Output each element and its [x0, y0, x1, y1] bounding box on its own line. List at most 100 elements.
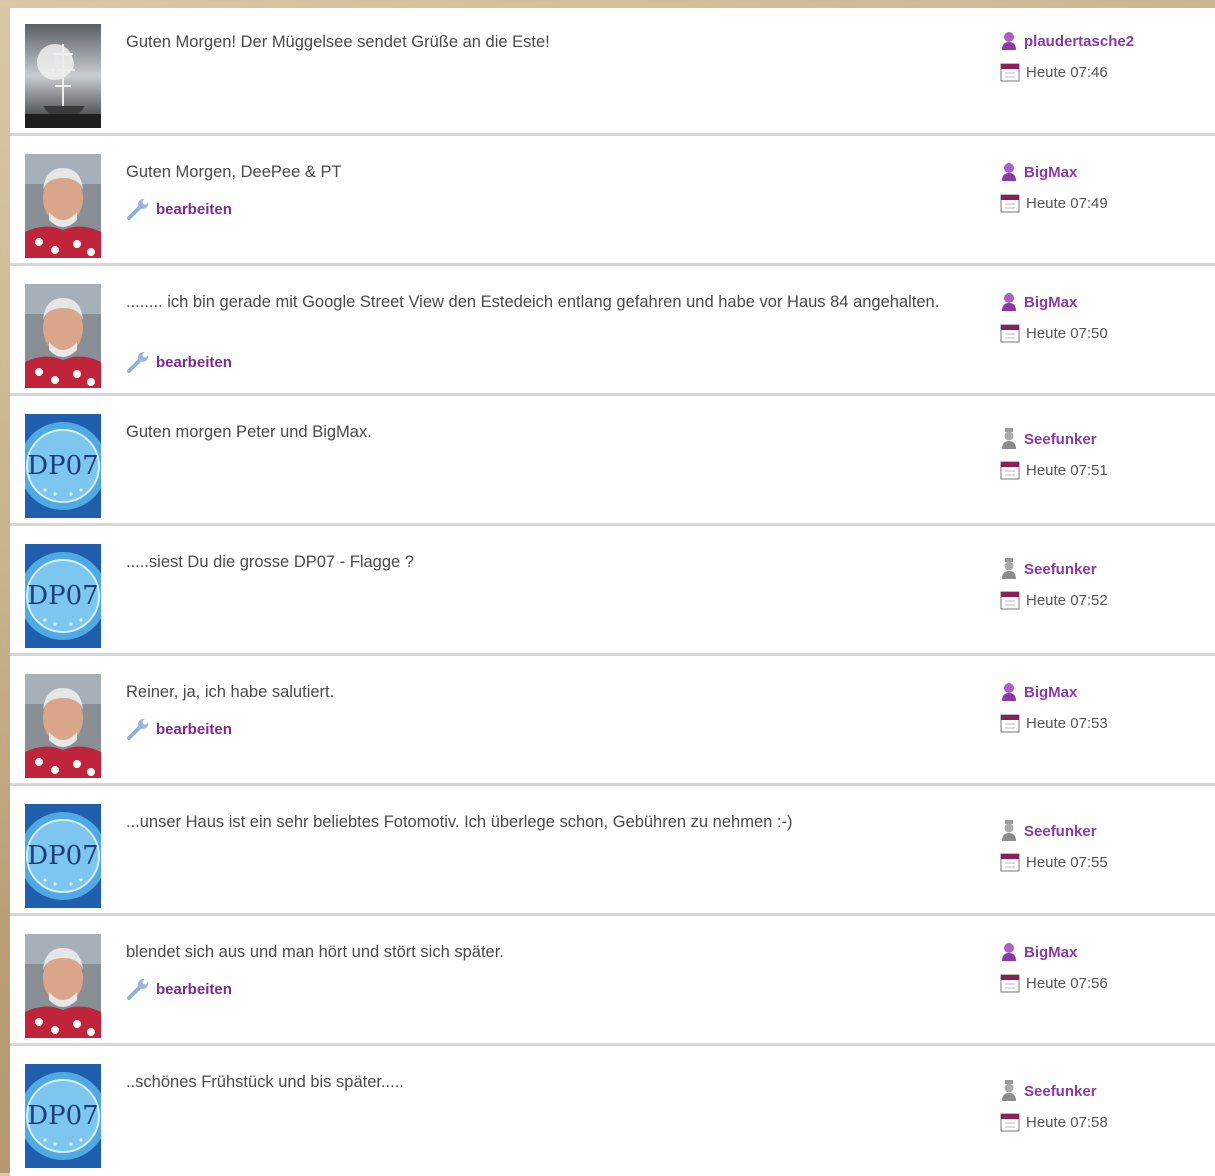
timestamp: Heute 07:49 [1026, 194, 1108, 212]
calendar-icon [1000, 974, 1020, 993]
avatar-dp07-logo[interactable]: DP07 [25, 544, 101, 648]
edit-link[interactable]: bearbeiten [126, 718, 232, 740]
post-text: .....siest Du die grosse DP07 - Flagge ? [126, 553, 414, 571]
edit-link[interactable]: bearbeiten [126, 978, 232, 1000]
user-female-icon [1002, 32, 1016, 50]
username: Seefunker [1024, 822, 1097, 840]
post-time: Heute 07:55 [1000, 851, 1200, 873]
calendar-icon [1000, 461, 1020, 480]
username: Seefunker [1024, 1082, 1097, 1100]
user-gray-icon [1002, 820, 1016, 841]
post-time: Heute 07:49 [1000, 192, 1200, 214]
wrench-icon [127, 979, 148, 1000]
timestamp: Heute 07:55 [1026, 853, 1108, 871]
post-time: Heute 07:51 [1000, 459, 1200, 481]
avatar-dp07-logo[interactable]: DP07 [25, 414, 101, 518]
avatar-man-photo[interactable] [25, 674, 101, 778]
timestamp: Heute 07:56 [1026, 974, 1108, 992]
calendar-icon [1000, 324, 1020, 343]
user-gray-icon [1002, 558, 1016, 579]
shoutbox-board: Guten Morgen! Der Müggelsee sendet Grüße… [10, 8, 1215, 1176]
avatar-sailing-ship[interactable] [25, 24, 101, 128]
calendar-icon [1000, 63, 1020, 82]
user-gray-icon [1002, 1080, 1016, 1101]
post-text: ...unser Haus ist ein sehr beliebtes Fot… [126, 813, 793, 831]
post-row: Guten Morgen! Der Müggelsee sendet Grüße… [10, 8, 1215, 136]
username-link[interactable]: BigMax [1000, 291, 1200, 313]
username: BigMax [1024, 163, 1078, 181]
wrench-icon [127, 352, 148, 373]
post-row: DP07 ...unser Haus ist ein sehr beliebte… [10, 788, 1215, 916]
post-text: Guten morgen Peter und BigMax. [126, 423, 372, 441]
edit-label: bearbeiten [156, 200, 232, 218]
post-row: Guten Morgen, DeePee & PT bearbeiten Big… [10, 138, 1215, 266]
username: BigMax [1024, 293, 1078, 311]
user-gray-icon [1002, 428, 1016, 449]
calendar-icon [1000, 1113, 1020, 1132]
post-meta: Seefunker Heute 07:51 [1000, 428, 1200, 481]
calendar-icon [1000, 714, 1020, 733]
post-time: Heute 07:53 [1000, 712, 1200, 734]
username-link[interactable]: plaudertasche2 [1000, 30, 1200, 52]
edit-label: bearbeiten [156, 720, 232, 738]
post-text: ..schönes Frühstück und bis später..... [126, 1073, 404, 1091]
username-link[interactable]: Seefunker [1000, 558, 1200, 580]
post-meta: Seefunker Heute 07:55 [1000, 820, 1200, 873]
avatar-dp07-logo[interactable]: DP07 [25, 1064, 101, 1168]
calendar-icon [1000, 194, 1020, 213]
post-text: Guten Morgen! Der Müggelsee sendet Grüße… [126, 33, 550, 51]
post-text: ........ ich bin gerade mit Google Stree… [126, 293, 940, 311]
post-time: Heute 07:52 [1000, 589, 1200, 611]
edit-link[interactable]: bearbeiten [126, 198, 232, 220]
post-text: blendet sich aus und man hört und stört … [126, 943, 504, 961]
timestamp: Heute 07:53 [1026, 714, 1108, 732]
timestamp: Heute 07:46 [1026, 63, 1108, 81]
username: Seefunker [1024, 560, 1097, 578]
edit-label: bearbeiten [156, 353, 232, 371]
username-link[interactable]: Seefunker [1000, 820, 1200, 842]
edit-label: bearbeiten [156, 980, 232, 998]
username-link[interactable]: Seefunker [1000, 428, 1200, 450]
username: BigMax [1024, 683, 1078, 701]
post-time: Heute 07:58 [1000, 1111, 1200, 1133]
logo-text: DP07 [27, 1101, 98, 1131]
avatar-dp07-logo[interactable]: DP07 [25, 804, 101, 908]
calendar-icon [1000, 591, 1020, 610]
username: BigMax [1024, 943, 1078, 961]
timestamp: Heute 07:52 [1026, 591, 1108, 609]
avatar-man-photo[interactable] [25, 284, 101, 388]
post-row: DP07 .....siest Du die grosse DP07 - Fla… [10, 528, 1215, 656]
username-link[interactable]: Seefunker [1000, 1080, 1200, 1102]
wrench-icon [127, 199, 148, 220]
user-female-icon [1002, 163, 1016, 181]
post-time: Heute 07:56 [1000, 972, 1200, 994]
user-female-icon [1002, 943, 1016, 961]
post-text: Guten Morgen, DeePee & PT [126, 163, 342, 181]
post-row: Reiner, ja, ich habe salutiert. bearbeit… [10, 658, 1215, 786]
avatar-man-photo[interactable] [25, 934, 101, 1038]
post-meta: Seefunker Heute 07:52 [1000, 558, 1200, 611]
post-meta: BigMax Heute 07:56 [1000, 941, 1200, 994]
post-time: Heute 07:50 [1000, 322, 1200, 344]
username: Seefunker [1024, 430, 1097, 448]
username-link[interactable]: BigMax [1000, 941, 1200, 963]
post-meta: plaudertasche2 Heute 07:46 [1000, 30, 1200, 83]
edit-link[interactable]: bearbeiten [126, 351, 232, 373]
post-meta: BigMax Heute 07:50 [1000, 291, 1200, 344]
post-row: blendet sich aus und man hört und stört … [10, 918, 1215, 1046]
post-row: DP07 Guten morgen Peter und BigMax. Seef… [10, 398, 1215, 526]
timestamp: Heute 07:50 [1026, 324, 1108, 342]
post-meta: BigMax Heute 07:53 [1000, 681, 1200, 734]
post-row: DP07 ..schönes Frühstück und bis später.… [10, 1048, 1215, 1176]
timestamp: Heute 07:58 [1026, 1113, 1108, 1131]
user-female-icon [1002, 683, 1016, 701]
username-link[interactable]: BigMax [1000, 681, 1200, 703]
wrench-icon [127, 719, 148, 740]
logo-text: DP07 [27, 841, 98, 871]
user-female-icon [1002, 293, 1016, 311]
post-meta: BigMax Heute 07:49 [1000, 161, 1200, 214]
avatar-man-photo[interactable] [25, 154, 101, 258]
username-link[interactable]: BigMax [1000, 161, 1200, 183]
post-row: ........ ich bin gerade mit Google Stree… [10, 268, 1215, 396]
calendar-icon [1000, 853, 1020, 872]
